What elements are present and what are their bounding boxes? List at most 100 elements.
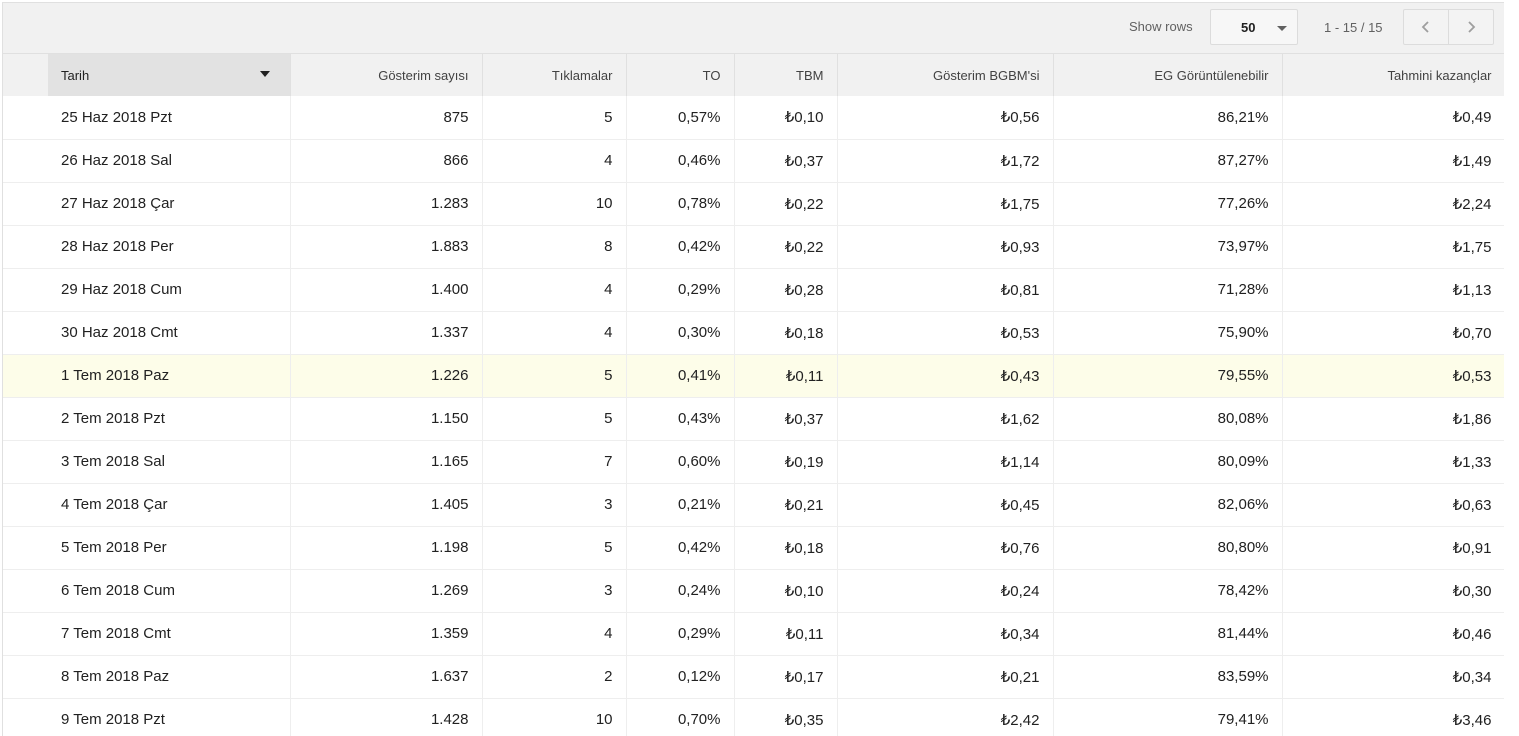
table-row[interactable]: 4 Tem 2018 Çar 1.405 3 0,21% ₺0,21 ₺0,45 82,06… <box>3 483 1504 527</box>
column-header-viewable[interactable]: EG Görüntülenebilir <box>1053 54 1283 96</box>
cell-impression-rpm: ₺0,53 <box>837 311 1054 355</box>
cell-ctr: 0,46% <box>626 139 735 183</box>
row-spacer <box>3 440 48 484</box>
table-row[interactable]: 2 Tem 2018 Pzt 1.150 5 0,43% ₺0,37 ₺1,62 80,08… <box>3 397 1504 441</box>
column-header-impressions[interactable]: Gösterim sayısı <box>290 54 483 96</box>
cell-impressions: 1.359 <box>290 612 483 656</box>
row-spacer <box>3 268 48 312</box>
cell-estimated-earnings: ₺0,63 <box>1282 483 1504 527</box>
cell-estimated-earnings: ₺0,49 <box>1282 96 1504 140</box>
cell-cpc: ₺0,37 <box>734 397 838 441</box>
table-row[interactable]: 5 Tem 2018 Per 1.198 5 0,42% ₺0,18 ₺0,76 80,80… <box>3 526 1504 570</box>
cell-viewable: 86,21% <box>1053 96 1283 140</box>
table-row[interactable]: 25 Haz 2018 Pzt 875 5 0,57% ₺0,10 ₺0,56 86,21%… <box>3 96 1504 140</box>
table-row[interactable]: 9 Tem 2018 Pzt 1.428 10 0,70% ₺0,35 ₺2,42 79,4… <box>3 698 1504 736</box>
cell-impressions: 1.226 <box>290 354 483 398</box>
table-row[interactable]: 29 Haz 2018 Cum 1.400 4 0,29% ₺0,28 ₺0,81 71,2… <box>3 268 1504 312</box>
previous-page-button[interactable] <box>1403 9 1449 45</box>
cell-date: 28 Haz 2018 Per <box>48 225 291 269</box>
table-row[interactable]: 7 Tem 2018 Cmt 1.359 4 0,29% ₺0,11 ₺0,34 81,44… <box>3 612 1504 656</box>
row-spacer <box>3 526 48 570</box>
cell-date: 7 Tem 2018 Cmt <box>48 612 291 656</box>
cell-viewable: 80,09% <box>1053 440 1283 484</box>
cell-cpc: ₺0,10 <box>734 569 838 613</box>
cell-cpc: ₺0,22 <box>734 225 838 269</box>
cell-date: 6 Tem 2018 Cum <box>48 569 291 613</box>
cell-viewable: 80,08% <box>1053 397 1283 441</box>
table-row[interactable]: 30 Haz 2018 Cmt 1.337 4 0,30% ₺0,18 ₺0,53 75,9… <box>3 311 1504 355</box>
cell-viewable: 73,97% <box>1053 225 1283 269</box>
chevron-right-icon <box>1468 21 1476 33</box>
column-header-ctr[interactable]: TO <box>626 54 735 96</box>
cell-estimated-earnings: ₺0,91 <box>1282 526 1504 570</box>
cell-impression-rpm: ₺0,76 <box>837 526 1054 570</box>
cell-clicks: 4 <box>482 268 627 312</box>
cell-date: 30 Haz 2018 Cmt <box>48 311 291 355</box>
rows-per-page-value: 50 <box>1241 20 1256 35</box>
cell-estimated-earnings: ₺1,75 <box>1282 225 1504 269</box>
cell-ctr: 0,29% <box>626 612 735 656</box>
cell-viewable: 82,06% <box>1053 483 1283 527</box>
cell-cpc: ₺0,17 <box>734 655 838 699</box>
cell-impression-rpm: ₺1,62 <box>837 397 1054 441</box>
cell-impressions: 1.405 <box>290 483 483 527</box>
column-header-estimated-earnings[interactable]: Tahmini kazançlar <box>1282 54 1504 96</box>
cell-estimated-earnings: ₺0,70 <box>1282 311 1504 355</box>
cell-impressions: 866 <box>290 139 483 183</box>
cell-impressions: 1.637 <box>290 655 483 699</box>
table-row[interactable]: 27 Haz 2018 Çar 1.283 10 0,78% ₺0,22 ₺1,75 77,… <box>3 182 1504 226</box>
cell-cpc: ₺0,28 <box>734 268 838 312</box>
column-header-label: Tarih <box>61 67 90 83</box>
cell-date: 3 Tem 2018 Sal <box>48 440 291 484</box>
cell-clicks: 4 <box>482 311 627 355</box>
cell-viewable: 80,80% <box>1053 526 1283 570</box>
show-rows-label: Show rows <box>1129 19 1193 34</box>
cell-viewable: 78,42% <box>1053 569 1283 613</box>
column-header-cpc[interactable]: TBM <box>734 54 838 96</box>
row-spacer <box>3 182 48 226</box>
cell-impression-rpm: ₺2,42 <box>837 698 1054 736</box>
table-row[interactable]: 6 Tem 2018 Cum 1.269 3 0,24% ₺0,10 ₺0,24 78,42… <box>3 569 1504 613</box>
row-spacer <box>3 225 48 269</box>
cell-date: 29 Haz 2018 Cum <box>48 268 291 312</box>
column-header-clicks[interactable]: Tıklamalar <box>482 54 627 96</box>
table-row[interactable]: 3 Tem 2018 Sal 1.165 7 0,60% ₺0,19 ₺1,14 80,09… <box>3 440 1504 484</box>
cell-estimated-earnings: ₺0,34 <box>1282 655 1504 699</box>
row-spacer <box>3 139 48 183</box>
cell-cpc: ₺0,11 <box>734 354 838 398</box>
cell-date: 27 Haz 2018 Çar <box>48 182 291 226</box>
column-header-impression-rpm[interactable]: Gösterim BGBM'si <box>837 54 1054 96</box>
cell-clicks: 5 <box>482 96 627 140</box>
cell-impressions: 875 <box>290 96 483 140</box>
cell-estimated-earnings: ₺3,46 <box>1282 698 1504 736</box>
table-row[interactable]: 1 Tem 2018 Paz 1.226 5 0,41% ₺0,11 ₺0,43 79,55… <box>3 354 1504 398</box>
cell-cpc: ₺0,35 <box>734 698 838 736</box>
table-row[interactable]: 8 Tem 2018 Paz 1.637 2 0,12% ₺0,17 ₺0,21 83,59… <box>3 655 1504 699</box>
cell-impressions: 1.400 <box>290 268 483 312</box>
rows-per-page-select[interactable]: 50 <box>1210 9 1298 45</box>
row-spacer <box>3 354 48 398</box>
cell-date: 26 Haz 2018 Sal <box>48 139 291 183</box>
cell-viewable: 81,44% <box>1053 612 1283 656</box>
table-row[interactable]: 26 Haz 2018 Sal 866 4 0,46% ₺0,37 ₺1,72 87,27%… <box>3 139 1504 183</box>
table-row[interactable]: 28 Haz 2018 Per 1.883 8 0,42% ₺0,22 ₺0,93 73,9… <box>3 225 1504 269</box>
cell-impression-rpm: ₺0,45 <box>837 483 1054 527</box>
column-header-tarih[interactable]: Tarih <box>48 54 291 96</box>
next-page-button[interactable] <box>1448 9 1494 45</box>
cell-impression-rpm: ₺0,81 <box>837 268 1054 312</box>
cell-impression-rpm: ₺1,75 <box>837 182 1054 226</box>
cell-viewable: 71,28% <box>1053 268 1283 312</box>
cell-cpc: ₺0,19 <box>734 440 838 484</box>
cell-impression-rpm: ₺0,43 <box>837 354 1054 398</box>
cell-impressions: 1.428 <box>290 698 483 736</box>
cell-ctr: 0,29% <box>626 268 735 312</box>
cell-cpc: ₺0,22 <box>734 182 838 226</box>
cell-impression-rpm: ₺0,93 <box>837 225 1054 269</box>
cell-ctr: 0,78% <box>626 182 735 226</box>
cell-clicks: 4 <box>482 139 627 183</box>
cell-cpc: ₺0,11 <box>734 612 838 656</box>
dropdown-caret-icon <box>1277 26 1287 31</box>
cell-ctr: 0,42% <box>626 526 735 570</box>
cell-ctr: 0,41% <box>626 354 735 398</box>
cell-impression-rpm: ₺1,72 <box>837 139 1054 183</box>
